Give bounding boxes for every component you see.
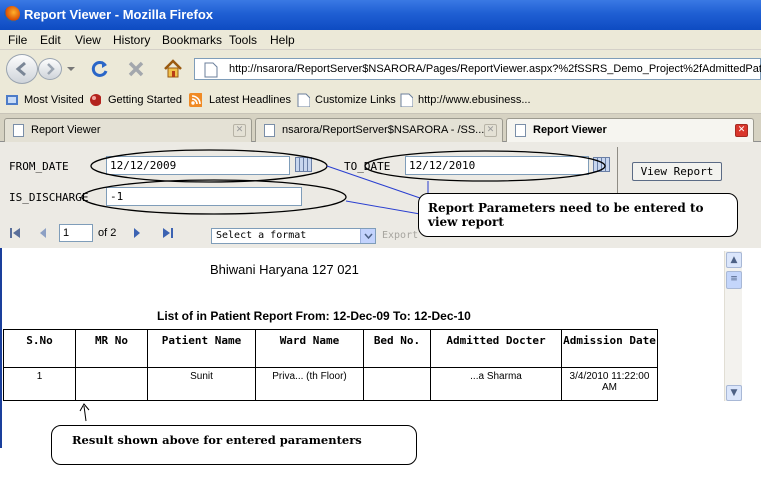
is-discharge-highlight [81,179,347,215]
connector-line [345,200,421,215]
annotation-overlay [79,149,606,422]
connector-line [326,165,421,199]
result-callout: Result shown above for entered paramente… [51,425,417,465]
pointer-arrow [79,403,90,422]
to-date-highlight [364,150,606,182]
parameters-callout: Report Parameters need to be entered to … [418,193,738,237]
from-date-highlight [90,149,328,183]
